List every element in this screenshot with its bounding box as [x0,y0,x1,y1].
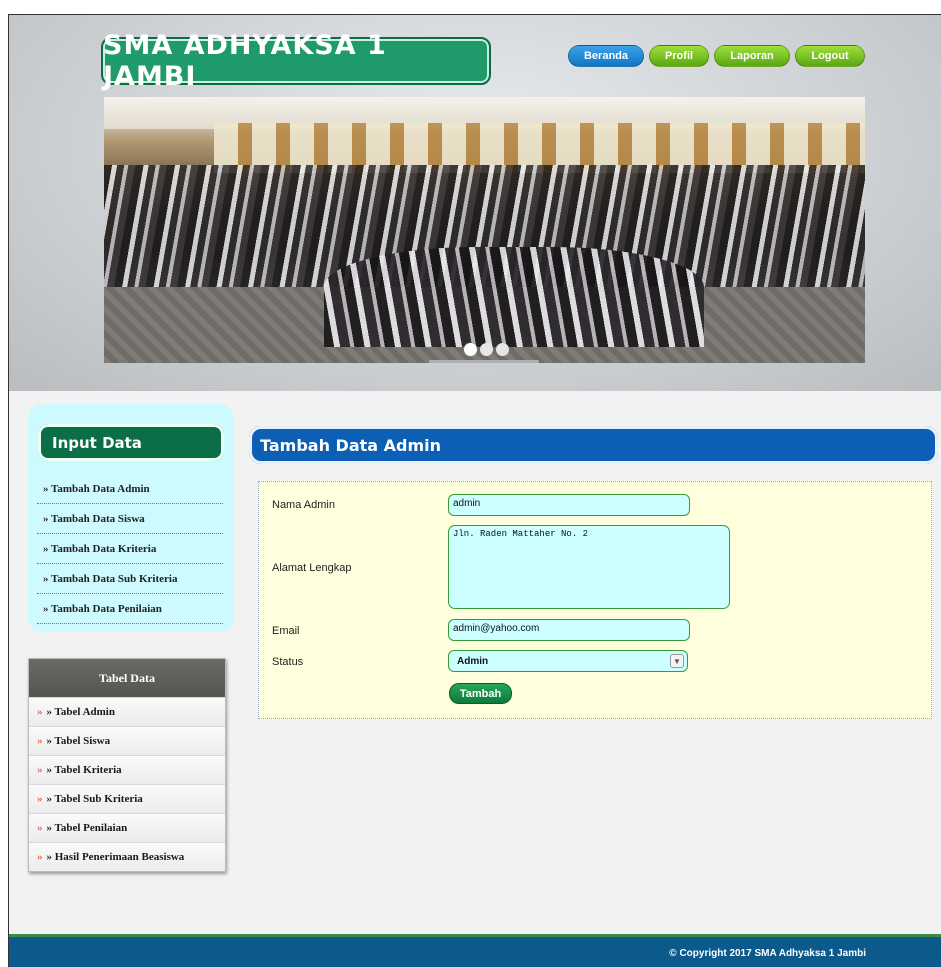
nav-logout-button[interactable]: Logout [795,45,865,67]
chevron-down-icon[interactable]: ▼ [670,654,684,668]
arrow-icon: » [37,735,43,747]
banner-shadow [429,360,539,363]
nav-profil-button[interactable]: Profil [649,45,709,67]
menu-tambah-sub-kriteria[interactable]: » Tambah Data Sub Kriteria [37,564,223,594]
menu-label: » Tabel Admin [46,706,115,718]
slider-dots [464,343,509,356]
tabel-data-menu: »» Tabel Admin »» Tabel Siswa »» Tabel K… [29,697,225,871]
menu-tabel-penilaian[interactable]: »» Tabel Penilaian [29,813,225,842]
menu-tabel-siswa[interactable]: »» Tabel Siswa [29,726,225,755]
menu-label: » Tabel Sub Kriteria [46,793,143,805]
menu-tambah-siswa[interactable]: » Tambah Data Siswa [37,504,223,534]
page-frame: SMA ADHYAKSA 1 JAMBI Beranda Profil Lapo… [8,14,941,967]
content-header: Tambah Data Admin [249,426,938,464]
alamat-label: Alamat Lengkap [272,562,352,574]
logo-text: SMA ADHYAKSA 1 JAMBI [103,30,387,92]
menu-tabel-admin[interactable]: »» Tabel Admin [29,697,225,726]
nama-admin-label: Nama Admin [272,499,335,511]
status-value: Admin [457,655,489,667]
menu-label: » Tabel Penilaian [46,822,128,834]
menu-label: » Tabel Kriteria [46,764,122,776]
arrow-icon: » [37,822,43,834]
banner-image [104,97,865,363]
menu-label: » Tabel Siswa [46,735,111,747]
alamat-textarea[interactable]: Jln. Raden Mattaher No. 2 [448,525,730,609]
slider-dot-1[interactable] [464,343,477,356]
status-select[interactable]: Admin ▼ [448,650,688,672]
page-title: Tambah Data Admin [260,435,442,455]
nama-admin-input[interactable]: admin [448,494,690,516]
tabel-data-title: Tabel Data [29,659,225,697]
input-data-menu: » Tambah Data Admin » Tambah Data Siswa … [37,474,223,624]
site-footer: © Copyright 2017 SMA Adhyaksa 1 Jambi [9,934,941,967]
tambah-button[interactable]: Tambah [449,683,512,704]
menu-label: » Hasil Penerimaan Beasiswa [46,851,185,863]
admin-form: Nama Admin admin Alamat Lengkap Jln. Rad… [258,481,932,719]
arrow-icon: » [37,793,43,805]
input-data-panel: Input Data » Tambah Data Admin » Tambah … [28,404,234,632]
slider-dot-3[interactable] [496,343,509,356]
input-data-header: Input Data [38,424,224,461]
email-input[interactable]: admin@yahoo.com [448,619,690,641]
tabel-data-panel: Tabel Data »» Tabel Admin »» Tabel Siswa… [28,658,226,872]
arrow-icon: » [37,851,43,863]
menu-hasil-penerimaan[interactable]: »» Hasil Penerimaan Beasiswa [29,842,225,871]
copyright-text: © Copyright 2017 SMA Adhyaksa 1 Jambi [669,948,866,959]
nav-beranda-button[interactable]: Beranda [568,45,644,67]
main-nav: Beranda Profil Laporan Logout [568,45,865,67]
input-data-title: Input Data [52,433,142,452]
slider-dot-2[interactable] [480,343,493,356]
email-label: Email [272,625,300,637]
arrow-icon: » [37,706,43,718]
site-logo: SMA ADHYAKSA 1 JAMBI [101,30,491,92]
menu-tambah-kriteria[interactable]: » Tambah Data Kriteria [37,534,223,564]
menu-tambah-penilaian[interactable]: » Tambah Data Penilaian [37,594,223,624]
menu-tabel-kriteria[interactable]: »» Tabel Kriteria [29,755,225,784]
menu-tambah-admin[interactable]: » Tambah Data Admin [37,474,223,504]
nav-laporan-button[interactable]: Laporan [714,45,790,67]
site-header: SMA ADHYAKSA 1 JAMBI Beranda Profil Lapo… [9,15,941,391]
status-label: Status [272,656,304,668]
arrow-icon: » [37,764,43,776]
menu-tabel-sub-kriteria[interactable]: »» Tabel Sub Kriteria [29,784,225,813]
